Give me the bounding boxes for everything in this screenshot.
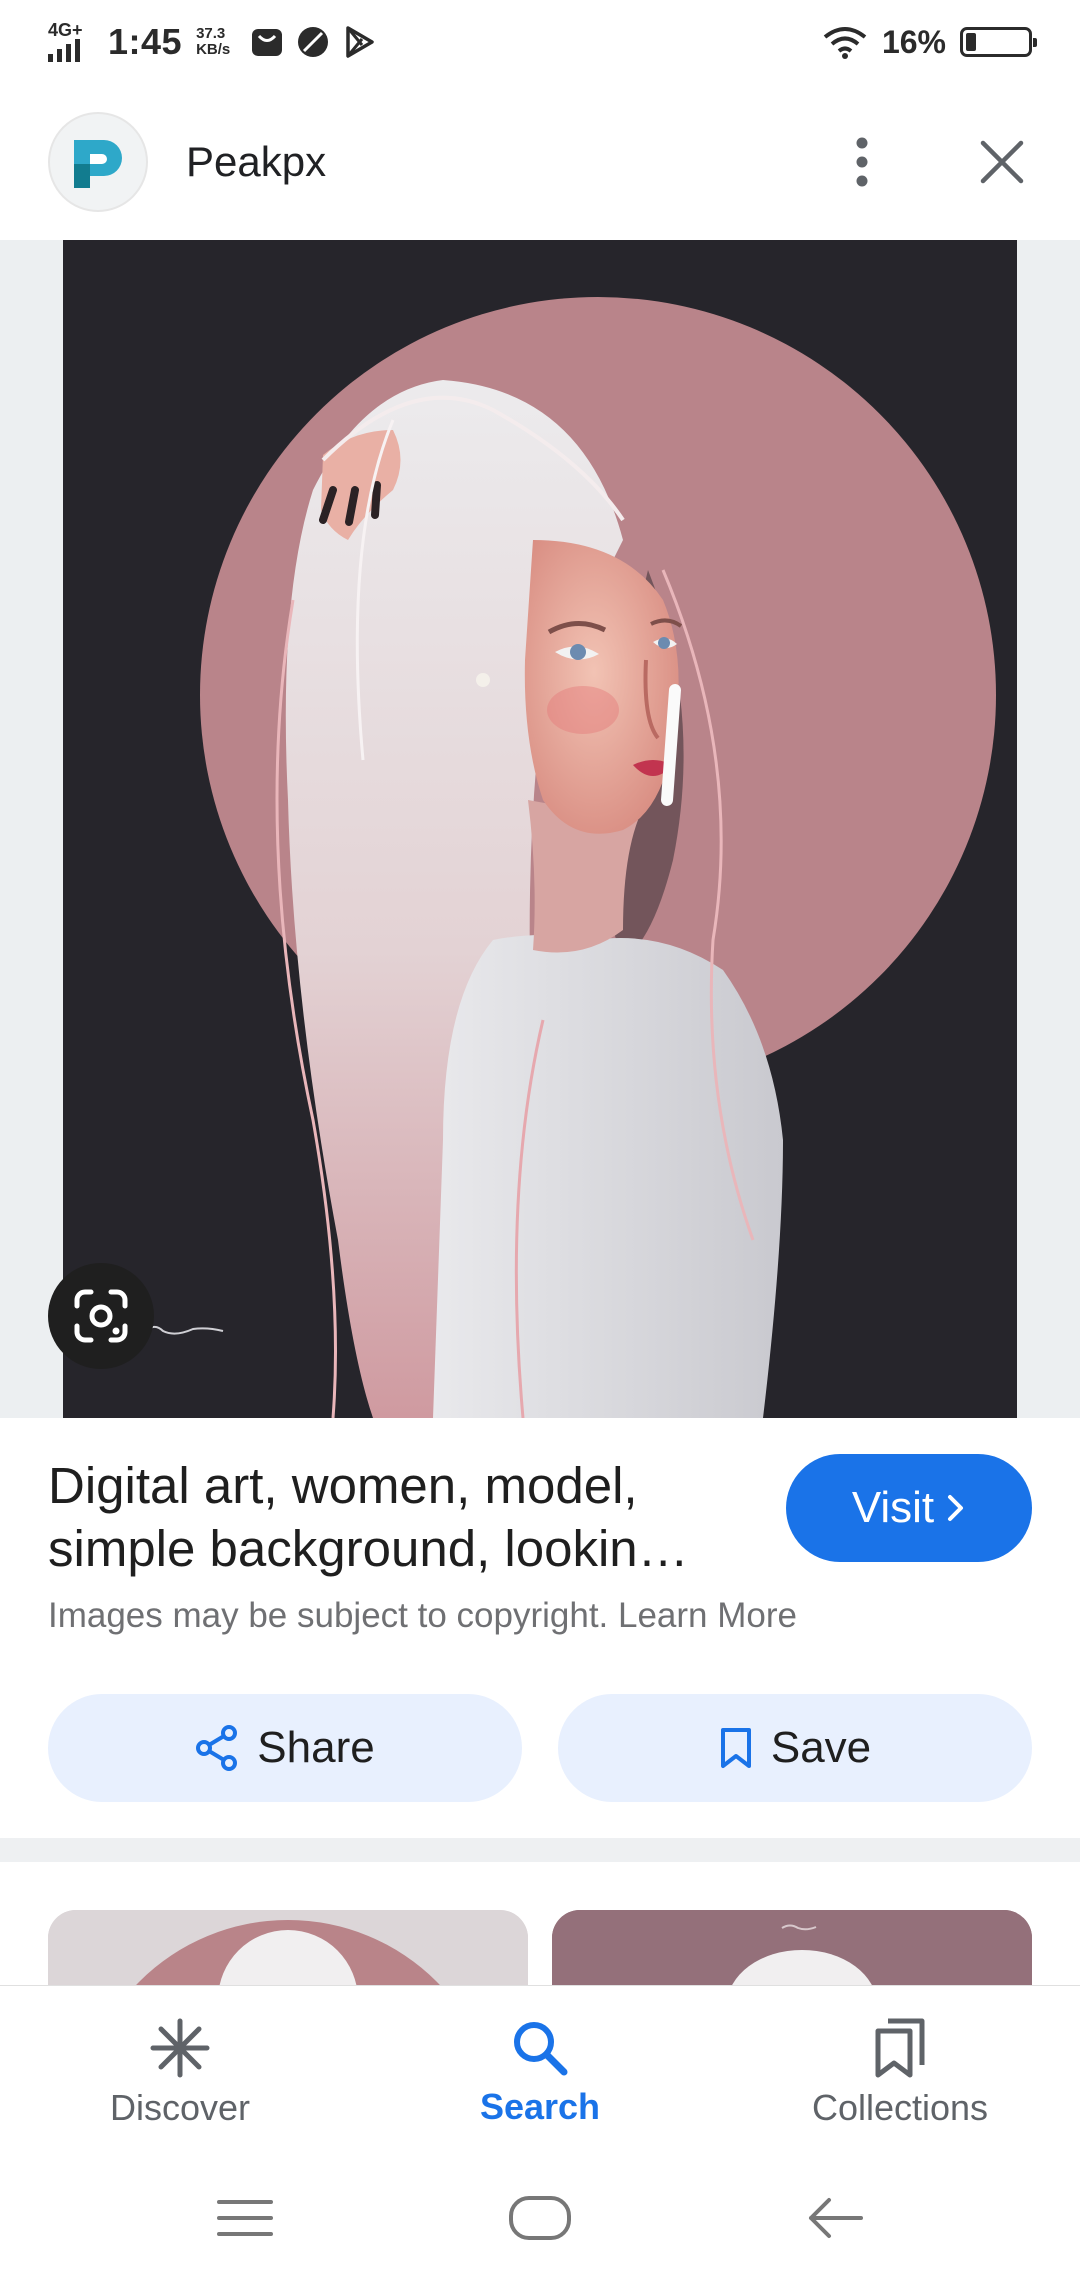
- notification-leaf-icon: [298, 27, 329, 57]
- more-vert-icon: [856, 137, 868, 187]
- nav-discover-label: Discover: [109, 2087, 251, 2128]
- save-label: Save: [770, 1723, 872, 1772]
- bookmark-icon: [720, 1728, 751, 1768]
- google-lens-button[interactable]: [48, 1263, 154, 1369]
- image-preview-area: [0, 240, 1080, 1418]
- action-row: Share Save: [48, 1694, 1032, 1802]
- related-artwork: [48, 1910, 528, 1985]
- nav-collections[interactable]: Collections: [720, 1986, 1080, 2160]
- result-image[interactable]: [63, 240, 1017, 1418]
- nav-search-label: Search: [479, 2086, 601, 2127]
- related-image-thumbnail[interactable]: [552, 1910, 1032, 1985]
- status-bar: 4G+ 1:45 37.3 KB/s 16%: [0, 0, 1080, 84]
- nav-collections-label: Collections: [811, 2087, 989, 2128]
- related-image-thumbnail[interactable]: [48, 1910, 528, 1985]
- share-label: Share: [257, 1723, 375, 1772]
- visit-label: Visit: [851, 1483, 935, 1532]
- cellular-signal-icon: 4G+: [48, 20, 94, 62]
- nav-search[interactable]: Search: [360, 1986, 720, 2160]
- result-title[interactable]: Digital art, women, model, simple backgr…: [48, 1454, 748, 1580]
- asterisk-icon: [150, 2018, 210, 2078]
- site-name[interactable]: Peakpx: [186, 138, 326, 186]
- section-divider: [0, 1838, 1080, 1862]
- google-lens-icon: [74, 1289, 128, 1343]
- nav-discover[interactable]: Discover: [0, 1986, 360, 2160]
- related-artwork: [552, 1910, 1032, 1985]
- site-logo[interactable]: [48, 112, 148, 212]
- close-button[interactable]: [972, 132, 1032, 192]
- battery-icon: [960, 27, 1037, 57]
- collections-icon: [875, 2018, 925, 2078]
- system-navigation-bar: [0, 2160, 1080, 2280]
- share-button[interactable]: Share: [48, 1694, 522, 1802]
- recent-apps-button[interactable]: [217, 2198, 274, 2243]
- visit-button[interactable]: Visit: [786, 1454, 1032, 1562]
- home-button[interactable]: [508, 2195, 572, 2246]
- battery-percent: 16%: [881, 23, 946, 60]
- back-arrow-icon: [808, 2197, 863, 2238]
- home-icon: [508, 2195, 571, 2240]
- wifi-icon: [823, 27, 867, 59]
- clock: 1:45: [108, 21, 183, 62]
- notification-app-icon: [252, 29, 283, 56]
- back-button[interactable]: [807, 2196, 863, 2245]
- more-options-button[interactable]: [832, 132, 892, 192]
- copyright-notice[interactable]: Images may be subject to copyright. Lear…: [48, 1596, 797, 1636]
- network-type: 4G+: [48, 20, 83, 40]
- related-images: [48, 1910, 1032, 1985]
- peakpx-logo-icon: [74, 140, 122, 188]
- chevron-right-icon: [948, 1495, 964, 1521]
- artwork-illustration: [63, 240, 1017, 1418]
- network-speed: 37.3 KB/s: [196, 25, 231, 58]
- play-store-icon: [346, 26, 374, 58]
- search-icon: [514, 2022, 568, 2076]
- bottom-navigation: Discover Search Collections: [0, 1985, 1080, 2160]
- source-header: Peakpx: [0, 84, 1080, 240]
- share-icon: [196, 1725, 238, 1771]
- close-icon: [980, 140, 1024, 184]
- menu-icon: [217, 2199, 274, 2236]
- save-button[interactable]: Save: [558, 1694, 1032, 1802]
